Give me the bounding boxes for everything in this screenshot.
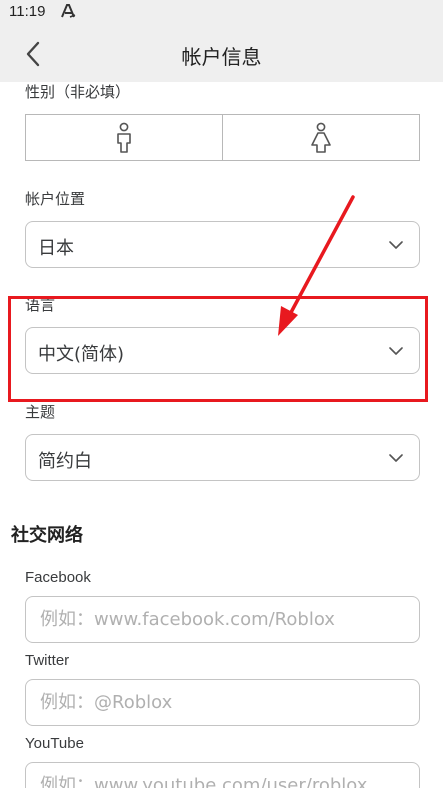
chevron-down-icon xyxy=(389,241,403,249)
gender-male-button[interactable] xyxy=(26,115,222,160)
status-bar: 11:19 xyxy=(0,0,443,26)
youtube-label: YouTube xyxy=(25,735,84,752)
youtube-input[interactable] xyxy=(25,762,420,788)
location-select[interactable]: 日本 xyxy=(25,221,420,268)
theme-value: 简约白 xyxy=(38,451,92,472)
facebook-label: Facebook xyxy=(25,569,91,586)
theme-select[interactable]: 简约白 xyxy=(25,434,420,481)
language-value: 中文(简体) xyxy=(38,344,125,365)
status-time: 11:19 xyxy=(9,3,46,20)
gender-selector xyxy=(25,114,420,161)
facebook-input[interactable] xyxy=(25,596,420,643)
gender-female-button[interactable] xyxy=(222,115,419,160)
chevron-down-icon xyxy=(389,347,403,355)
social-section-title: 社交网络 xyxy=(11,525,83,546)
location-value: 日本 xyxy=(38,238,74,259)
twitter-label: Twitter xyxy=(25,652,70,669)
male-icon xyxy=(117,122,131,153)
language-select[interactable]: 中文(简体) xyxy=(25,327,420,374)
female-icon xyxy=(311,122,331,153)
app-header: 帐户信息 xyxy=(0,26,443,82)
twitter-input[interactable] xyxy=(25,679,420,726)
page-title: 帐户信息 xyxy=(181,45,262,69)
a-letter-icon xyxy=(61,4,76,18)
location-label: 帐户位置 xyxy=(25,190,86,208)
chevron-down-icon xyxy=(389,454,403,462)
language-label: 语言 xyxy=(25,296,56,314)
theme-label: 主题 xyxy=(25,403,56,421)
gender-label: 性别（非必填） xyxy=(25,83,131,101)
